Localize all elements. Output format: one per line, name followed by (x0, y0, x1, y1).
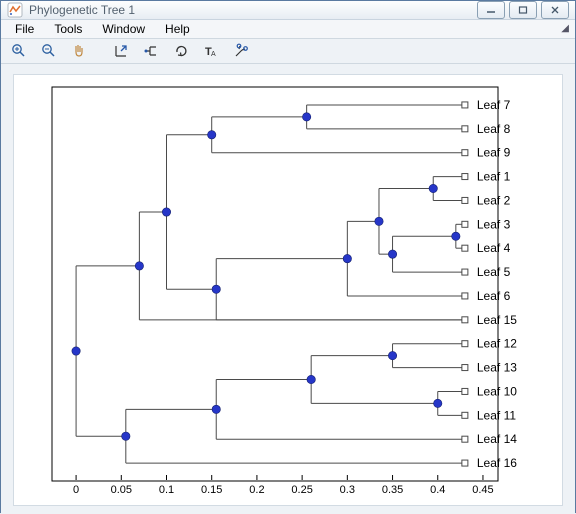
internal-node (343, 254, 351, 262)
zoom-out-icon[interactable] (37, 39, 61, 63)
x-tick-label: 0.05 (111, 484, 132, 496)
leaf-label: Leaf 16 (477, 456, 517, 470)
titlebar: Phylogenetic Tree 1 (1, 1, 575, 20)
x-tick-label: 0.45 (472, 484, 493, 496)
internal-node (162, 208, 170, 216)
leaf-label: Leaf 6 (477, 289, 511, 303)
leaf-label: Leaf 8 (477, 122, 511, 136)
app-window: Phylogenetic Tree 1 File Tools Window He… (0, 0, 576, 513)
leaf-marker (462, 245, 468, 251)
leaf-marker (462, 126, 468, 132)
leaf-marker (462, 150, 468, 156)
menu-window[interactable]: Window (94, 20, 153, 38)
maximize-button[interactable] (509, 1, 537, 19)
x-tick-label: 0.2 (249, 484, 264, 496)
menu-help[interactable]: Help (157, 20, 198, 38)
internal-node (388, 351, 396, 359)
leaf-label: Leaf 15 (477, 313, 517, 327)
internal-node (307, 375, 315, 383)
internal-node (452, 232, 460, 240)
prune-icon[interactable] (229, 39, 253, 63)
phylo-plot[interactable]: Leaf 7 Leaf 8 Leaf 9 Leaf 1 Leaf 2 Leaf 3 Leaf… (13, 74, 563, 506)
internal-node (72, 347, 80, 355)
pan-icon[interactable] (67, 39, 91, 63)
x-tick-label: 0.1 (159, 484, 174, 496)
x-tick-label: 0.4 (430, 484, 445, 496)
rename-icon[interactable]: TA (199, 39, 223, 63)
leaf-marker (462, 317, 468, 323)
minimize-button[interactable] (477, 1, 505, 19)
x-tick-label: 0.25 (291, 484, 312, 496)
leaf-marker (462, 365, 468, 371)
internal-node (434, 399, 442, 407)
menu-file[interactable]: File (7, 20, 42, 38)
menu-tools[interactable]: Tools (46, 20, 90, 38)
leaf-label: Leaf 13 (477, 361, 517, 375)
leaf-label: Leaf 1 (477, 170, 511, 184)
collapse-icon[interactable] (139, 39, 163, 63)
leaf-label: Leaf 5 (477, 265, 511, 279)
rotate-icon[interactable] (169, 39, 193, 63)
internal-node (212, 285, 220, 293)
leaf-marker (462, 174, 468, 180)
svg-text:A: A (211, 51, 216, 58)
leaf-label: Leaf 12 (477, 337, 517, 351)
x-tick-label: 0.3 (340, 484, 355, 496)
leaf-marker (462, 269, 468, 275)
leaf-label: Leaf 9 (477, 146, 511, 160)
window-title: Phylogenetic Tree 1 (29, 3, 473, 17)
internal-node (388, 250, 396, 258)
app-icon (7, 2, 23, 18)
internal-node (429, 184, 437, 192)
leaf-marker (462, 221, 468, 227)
close-button[interactable] (541, 1, 569, 19)
leaf-label: Leaf 4 (477, 241, 511, 255)
leaf-marker (462, 412, 468, 418)
inspect-icon[interactable] (109, 39, 133, 63)
internal-node (208, 131, 216, 139)
plot-container: Leaf 7 Leaf 8 Leaf 9 Leaf 1 Leaf 2 Leaf 3 Leaf… (1, 64, 575, 514)
axes-box (52, 87, 498, 481)
toolbar: TA (1, 39, 575, 64)
leaf-marker (462, 436, 468, 442)
menu-more-icon[interactable]: ◢ (561, 23, 569, 34)
internal-node (122, 432, 130, 440)
leaf-marker (462, 388, 468, 394)
leaf-label: Leaf 2 (477, 193, 511, 207)
menubar: File Tools Window Help ◢ (1, 20, 575, 39)
x-tick-label: 0.35 (382, 484, 403, 496)
x-tick-label: 0 (73, 484, 79, 496)
internal-node (375, 217, 383, 225)
leaf-marker (462, 293, 468, 299)
leaf-marker (462, 197, 468, 203)
leaf-marker (462, 102, 468, 108)
leaf-label: Leaf 14 (477, 432, 517, 446)
leaf-marker (462, 341, 468, 347)
leaf-label: Leaf 3 (477, 217, 511, 231)
leaf-label: Leaf 7 (477, 98, 511, 112)
leaf-marker (462, 460, 468, 466)
internal-node (135, 262, 143, 270)
zoom-in-icon[interactable] (7, 39, 31, 63)
internal-node (212, 405, 220, 413)
leaf-label: Leaf 11 (477, 408, 516, 422)
leaf-label: Leaf 10 (477, 384, 517, 398)
internal-node (302, 113, 310, 121)
x-tick-label: 0.15 (201, 484, 222, 496)
